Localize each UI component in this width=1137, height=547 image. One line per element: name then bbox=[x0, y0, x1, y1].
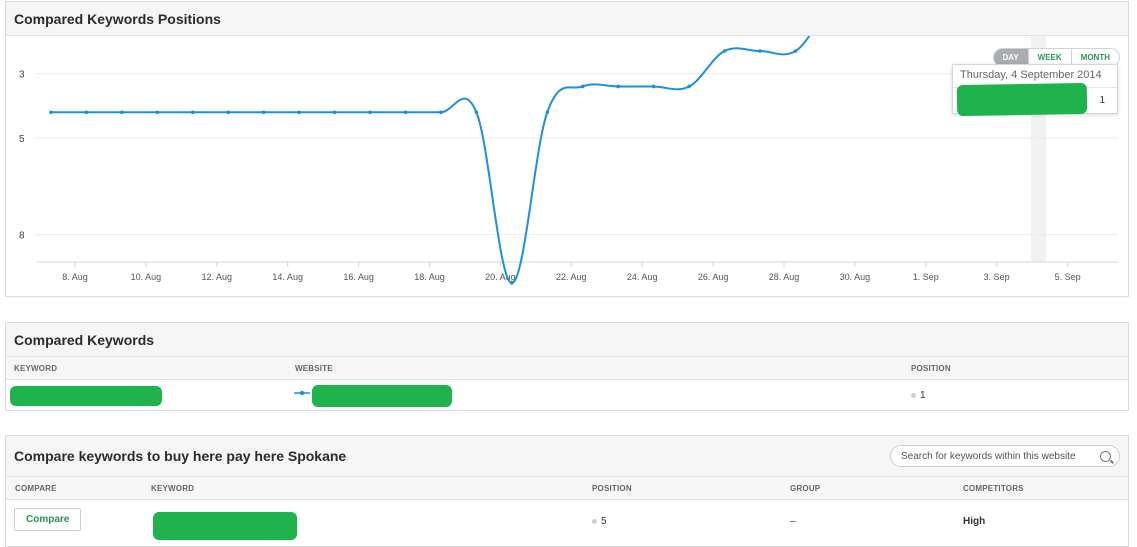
x-tick-label: 14. Aug bbox=[272, 272, 303, 282]
tooltip-date: Thursday, 4 September 2014 bbox=[960, 69, 1102, 81]
position-text: 5 bbox=[601, 516, 607, 527]
x-tick-label: 26. Aug bbox=[698, 272, 729, 282]
compare-button[interactable]: Compare bbox=[14, 508, 82, 531]
data-point bbox=[297, 110, 301, 115]
column-header-position: POSITION bbox=[911, 363, 951, 373]
data-point bbox=[616, 84, 620, 89]
data-point bbox=[84, 110, 89, 115]
data-point bbox=[226, 110, 231, 115]
column-header-keyword: KEYWORD bbox=[151, 483, 195, 493]
data-point bbox=[49, 110, 53, 115]
x-tick-label: 1. Sep bbox=[913, 272, 939, 282]
redacted-scribble bbox=[956, 82, 1088, 117]
data-point bbox=[155, 110, 160, 115]
group-value: – bbox=[790, 516, 796, 527]
data-point bbox=[722, 49, 727, 53]
panel-header: Compared Keywords bbox=[6, 323, 1128, 357]
column-header-competitors: COMPETITORS bbox=[963, 483, 1024, 493]
data-point bbox=[261, 110, 266, 115]
y-tick-label: 8 bbox=[19, 231, 25, 242]
x-tick-label: 30. Aug bbox=[840, 272, 871, 282]
x-tick-label: 24. Aug bbox=[627, 272, 658, 282]
x-tick-label: 18. Aug bbox=[414, 272, 445, 282]
compare-keywords-panel: Compare keywords to buy here pay here Sp… bbox=[5, 435, 1129, 547]
data-point bbox=[474, 110, 479, 115]
position-value: 1 bbox=[911, 390, 926, 401]
redacted-keyword bbox=[10, 386, 162, 406]
data-point bbox=[439, 110, 443, 115]
redacted-keyword bbox=[153, 512, 297, 540]
data-point bbox=[332, 110, 337, 115]
x-tick-label: 20. Aug bbox=[485, 272, 516, 282]
data-point bbox=[191, 110, 195, 115]
compared-keywords-positions-panel: Compared Keywords Positions 3 5 8 8. Aug 10.… bbox=[5, 1, 1129, 297]
panel-title: Compared Keywords Positions bbox=[14, 10, 221, 27]
data-point bbox=[510, 281, 514, 285]
panel-header: Compared Keywords Positions bbox=[6, 2, 1128, 36]
table-header: KEYWORD WEBSITE POSITION bbox=[6, 357, 1128, 380]
search-icon[interactable] bbox=[1100, 450, 1111, 462]
data-point bbox=[120, 110, 124, 115]
data-point bbox=[687, 84, 691, 89]
dot-icon bbox=[911, 392, 916, 398]
column-header-compare: COMPARE bbox=[15, 483, 57, 493]
keyword-search-input[interactable] bbox=[899, 449, 1088, 463]
column-header-group: GROUP bbox=[790, 483, 821, 493]
table-row: 1 bbox=[6, 380, 1128, 412]
column-header-website: WEBSITE bbox=[295, 363, 333, 373]
table-row: Compare 5 – High bbox=[6, 500, 1128, 544]
table-header: COMPARE KEYWORD POSITION GROUP COMPETITO… bbox=[6, 477, 1128, 500]
x-tick-label: 12. Aug bbox=[202, 272, 233, 282]
position-text: 1 bbox=[920, 390, 926, 401]
data-point bbox=[651, 84, 656, 89]
x-tick-label: 8. Aug bbox=[62, 272, 88, 282]
x-tick-label: 5. Sep bbox=[1055, 272, 1081, 282]
y-tick-label: 3 bbox=[19, 70, 25, 81]
x-tick-label: 28. Aug bbox=[769, 272, 800, 282]
column-header-position: POSITION bbox=[592, 483, 632, 493]
series-marker-icon bbox=[294, 388, 310, 401]
y-tick-label: 5 bbox=[19, 134, 25, 145]
redacted-website bbox=[312, 385, 452, 407]
panel-title: Compared Keywords bbox=[14, 331, 155, 348]
series-line bbox=[51, 36, 811, 284]
data-point bbox=[368, 110, 372, 115]
position-value: 5 bbox=[592, 516, 607, 527]
keyword-search-box[interactable] bbox=[890, 445, 1120, 467]
x-tick-label: 22. Aug bbox=[556, 272, 587, 282]
competitors-value: High bbox=[963, 516, 986, 527]
x-tick-label: 10. Aug bbox=[131, 272, 162, 282]
data-point bbox=[793, 49, 798, 53]
dot-icon bbox=[592, 518, 597, 524]
data-point bbox=[758, 49, 762, 53]
column-header-keyword: KEYWORD bbox=[14, 363, 58, 373]
x-tick-label: 16. Aug bbox=[343, 272, 374, 282]
panel-header: Compare keywords to buy here pay here Sp… bbox=[6, 436, 1128, 477]
data-point bbox=[545, 110, 550, 115]
compared-keywords-panel: Compared Keywords KEYWORD WEBSITE POSITI… bbox=[5, 322, 1129, 411]
data-point bbox=[580, 84, 585, 89]
tooltip-value: 1 bbox=[1099, 95, 1105, 106]
x-tick-label: 3. Sep bbox=[984, 272, 1010, 282]
data-point bbox=[403, 110, 408, 115]
panel-title: Compare keywords to buy here pay here Sp… bbox=[14, 448, 347, 464]
